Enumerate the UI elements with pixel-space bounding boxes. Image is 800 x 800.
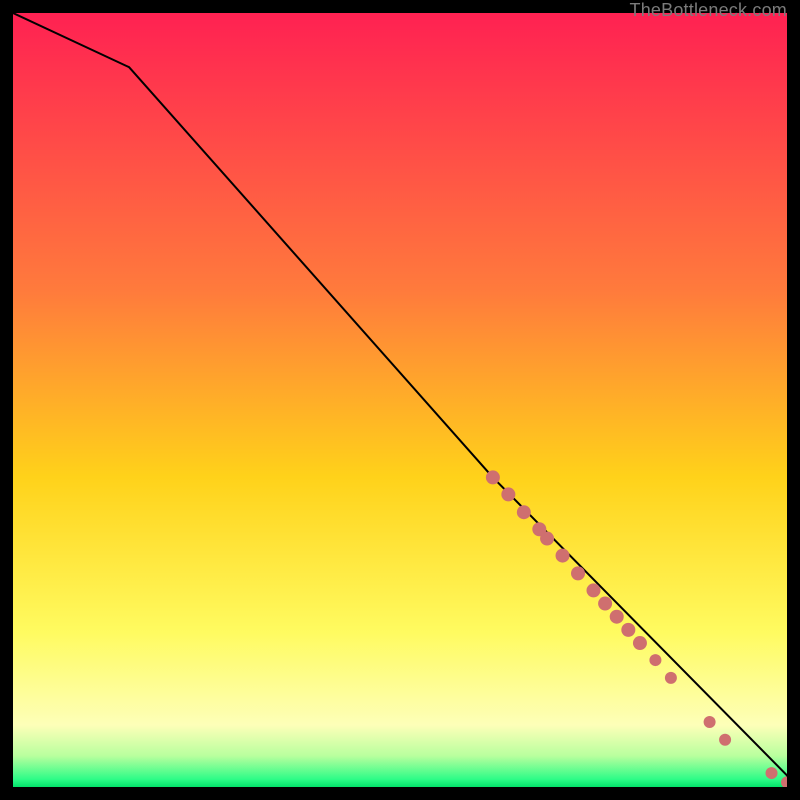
data-point <box>665 672 677 684</box>
chart-frame <box>13 13 787 787</box>
data-point <box>598 597 612 611</box>
gradient-background <box>13 13 787 787</box>
data-point <box>719 734 731 746</box>
data-point <box>501 487 515 501</box>
attribution-text: TheBottleneck.com <box>630 0 787 21</box>
data-point <box>540 532 554 546</box>
data-point <box>704 716 716 728</box>
data-point <box>649 654 661 666</box>
data-point <box>517 505 531 519</box>
data-point <box>766 767 778 779</box>
data-point <box>556 549 570 563</box>
chart-svg <box>13 13 787 787</box>
data-point <box>571 566 585 580</box>
data-point <box>610 610 624 624</box>
data-point <box>621 623 635 637</box>
data-point <box>486 470 500 484</box>
data-point <box>633 636 647 650</box>
data-point <box>587 583 601 597</box>
